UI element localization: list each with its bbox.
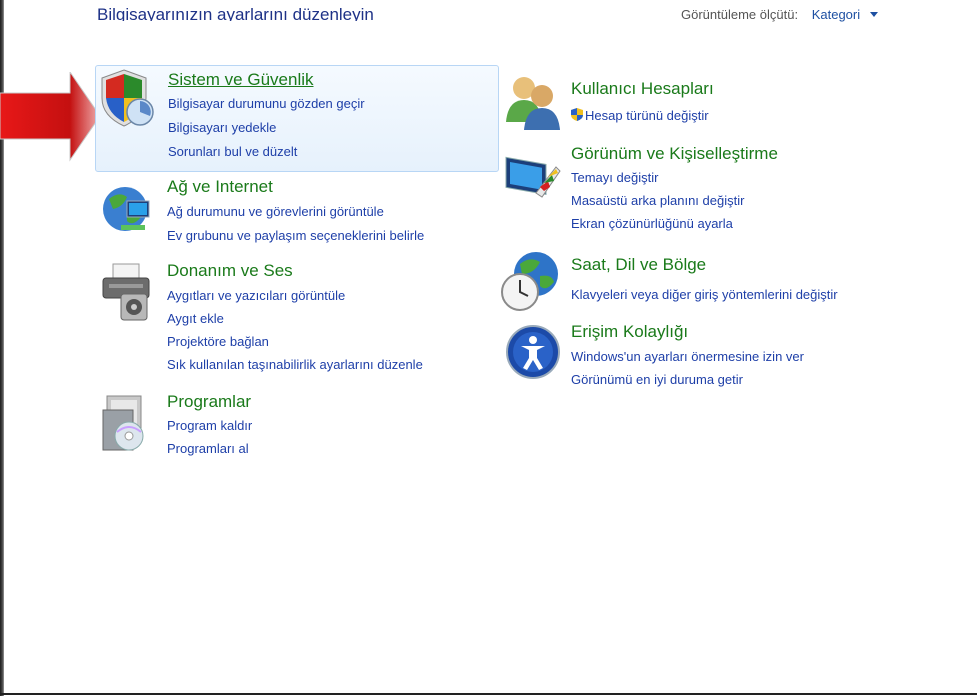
page-heading: Bilgisayarınızın ayarlarını düzenleyin [97,5,374,21]
link-adjust-screen-resolution[interactable]: Ekran çözünürlüğünü ayarla [571,216,733,231]
category-system-security[interactable]: Sistem ve Güvenlik Bilgisayar durumunu g… [95,65,499,172]
category-clock-language-region[interactable]: Saat, Dil ve Bölge Klavyeleri veya diğer… [500,250,920,312]
category-title[interactable]: Erişim Kolaylığı [571,322,688,342]
printer-icon [102,263,150,321]
appearance-icon [505,156,561,198]
category-network-internet[interactable]: Ağ ve Internet Ağ durumunu ve görevlerin… [95,175,497,245]
link-change-desktop-background[interactable]: Masaüstü arka planını değiştir [571,193,744,208]
clock-globe-icon [501,252,558,311]
view-by-dropdown[interactable]: Kategori [812,7,860,22]
link-let-windows-suggest[interactable]: Windows'un ayarları önermesine izin ver [571,349,804,364]
programs-icon [102,395,144,451]
network-globe-icon [103,187,150,231]
uac-shield-icon [571,108,583,121]
link-change-theme[interactable]: Temayı değiştir [571,170,658,185]
category-title[interactable]: Saat, Dil ve Bölge [571,255,706,275]
category-title[interactable]: Kullanıcı Hesapları [571,79,714,99]
link-uninstall-program[interactable]: Program kaldır [167,418,252,433]
category-title[interactable]: Programlar [167,392,251,412]
category-ease-of-access[interactable]: Erişim Kolaylığı Windows'un ayarları öne… [500,318,920,390]
link-change-keyboards[interactable]: Klavyeleri veya diğer giriş yöntemlerini… [571,287,838,302]
window-bottom-border [0,693,977,695]
category-title[interactable]: Donanım ve Ses [167,261,293,281]
link-check-computer-status[interactable]: Bilgisayar durumunu gözden geçir [168,96,365,111]
red-arrow-icon [0,72,100,162]
link-backup-computer[interactable]: Bilgisayarı yedekle [168,120,276,135]
link-connect-projector[interactable]: Projektöre bağlan [167,334,269,349]
view-by-label: Görüntüleme ölçütü: [681,7,799,22]
category-title[interactable]: Görünüm ve Kişiselleştirme [571,144,778,164]
shield-icon [101,69,154,127]
link-optimize-display[interactable]: Görünümü en iyi duruma getir [571,372,743,387]
link-add-device[interactable]: Aygıt ekle [167,311,224,326]
dropdown-arrow-icon[interactable] [869,12,878,17]
category-appearance-personalization[interactable]: Görünüm ve Kişiselleştirme Temayı değişt… [500,143,920,235]
users-icon [506,77,560,130]
link-mobility-settings[interactable]: Sık kullanılan taşınabilirlik ayarlarını… [167,357,423,372]
link-homegroup-sharing[interactable]: Ev grubunu ve paylaşım seçeneklerini bel… [167,228,424,243]
category-hardware-sound[interactable]: Donanım ve Ses Aygıtları ve yazıcıları g… [95,258,497,373]
link-network-status[interactable]: Ağ durumunu ve görevlerini görüntüle [167,204,384,219]
link-get-programs[interactable]: Programları al [167,441,249,456]
accessibility-icon [506,325,560,379]
category-title[interactable]: Sistem ve Güvenlik [168,70,314,90]
category-user-accounts[interactable]: Kullanıcı Hesapları Hesap türünü değişti… [500,70,920,130]
category-title[interactable]: Ağ ve Internet [167,177,273,197]
category-programs[interactable]: Programlar Program kaldır Programları al [95,388,497,460]
link-change-account-type[interactable]: Hesap türünü değiştir [585,108,709,123]
view-by: Görüntüleme ölçütü: Kategori [681,7,878,22]
link-view-devices-printers[interactable]: Aygıtları ve yazıcıları görüntüle [167,288,345,303]
link-find-fix-problems[interactable]: Sorunları bul ve düzelt [168,144,297,159]
